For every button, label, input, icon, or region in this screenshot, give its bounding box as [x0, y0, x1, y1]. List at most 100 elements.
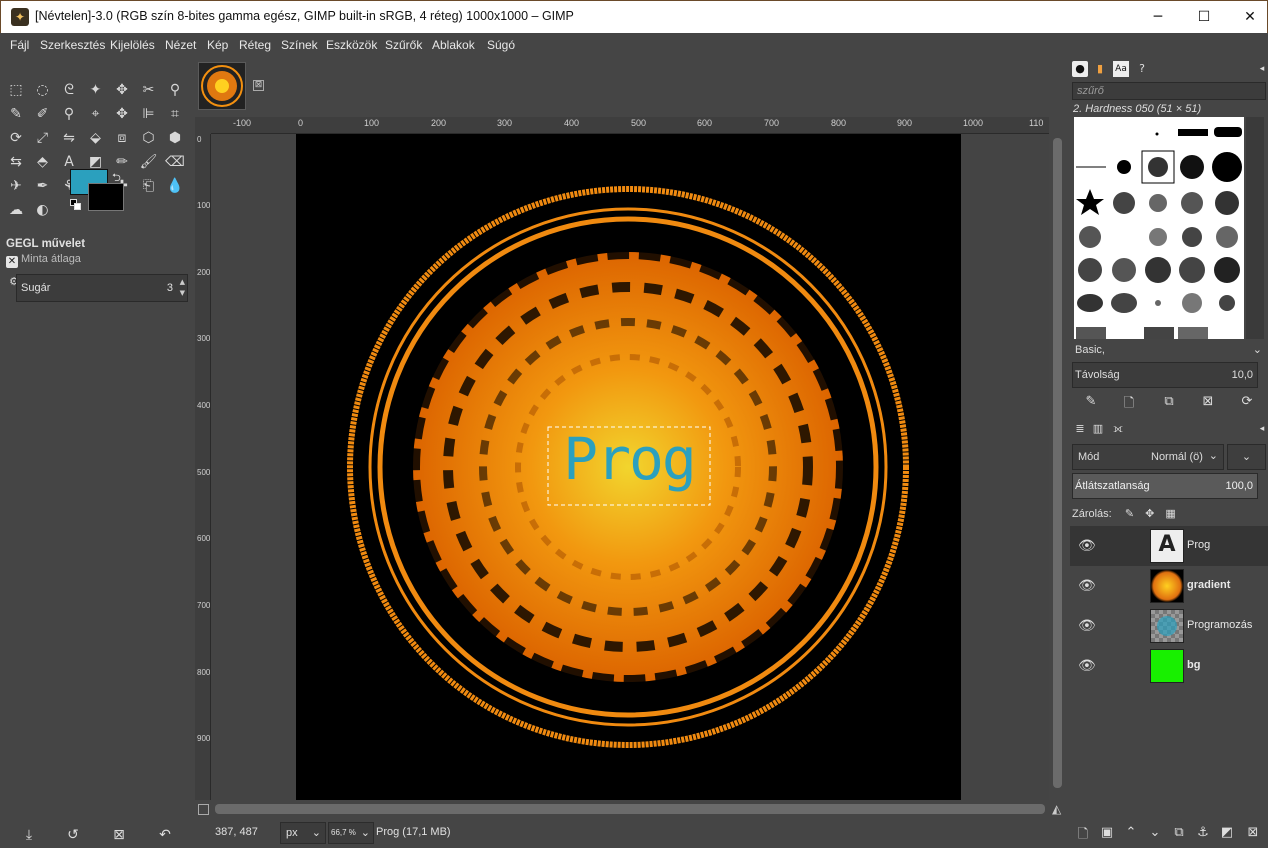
vertical-ruler[interactable]: 0 100 200 300 400 500 600 700 800 900 [195, 134, 211, 800]
edit-brush-icon[interactable]: ✎ [1082, 394, 1100, 409]
cage-icon[interactable]: ⬡ [137, 126, 161, 150]
vertical-scrollbar[interactable] [1049, 134, 1066, 800]
opacity-value[interactable]: 100,0 [1225, 480, 1253, 492]
mask-layer-icon[interactable]: ◩ [1218, 825, 1236, 840]
perspective-icon[interactable]: ⬙ [84, 126, 108, 150]
menu-image[interactable]: Kép [207, 38, 228, 52]
visibility-eye-icon[interactable]: 👁 [1078, 618, 1096, 634]
fuzzy-select-icon[interactable]: ✦ [84, 78, 108, 102]
crop-icon[interactable]: ⌗ [163, 102, 187, 126]
reset-icon[interactable]: ↶ [156, 827, 174, 843]
smudge-icon[interactable]: ☁ [4, 198, 28, 222]
scale-icon[interactable]: ⤢ [31, 126, 55, 150]
radius-value[interactable]: 3 [167, 282, 173, 294]
brush-filter-input[interactable]: szűrő [1072, 82, 1266, 100]
menu-help[interactable]: Súgó [487, 38, 515, 52]
layers-tab-icon[interactable]: ≣ [1072, 421, 1088, 437]
brushes-tab-icon[interactable]: ● [1072, 61, 1088, 77]
paintbrush-icon[interactable]: 🖌 [137, 150, 161, 174]
zoom-select[interactable]: 66,7 % ⌄ [328, 822, 374, 844]
new-brush-icon[interactable]: 🗋 [1120, 394, 1138, 416]
image-canvas[interactable]: Prog [296, 134, 961, 800]
maximize-button[interactable]: ☐ [1181, 1, 1227, 33]
delete-preset-icon[interactable]: ⊠ [110, 827, 128, 843]
default-colors-icon[interactable] [70, 199, 82, 211]
measure-icon[interactable]: ⌖ [84, 102, 108, 126]
radius-spinner[interactable]: Sugár 3 ▲ ▼ [16, 274, 188, 302]
restore-preset-icon[interactable]: ↺ [64, 827, 82, 843]
move-tool-icon[interactable]: ✥ [110, 102, 134, 126]
spin-arrows-icon[interactable]: ▲ ▼ [180, 277, 185, 299]
brush-preset-select[interactable]: Basic, ⌄ [1072, 340, 1266, 360]
warp-icon[interactable]: ⬢ [163, 126, 187, 150]
unit-select[interactable]: px ⌄ [280, 822, 326, 844]
lower-layer-icon[interactable]: ⌄ [1146, 825, 1164, 840]
dodge-icon[interactable]: ◐ [31, 198, 55, 222]
composite-mode-select[interactable]: ⌄ [1227, 444, 1266, 470]
tab-menu-icon[interactable]: ◂ [1254, 421, 1268, 437]
visibility-eye-icon[interactable]: 👁 [1078, 578, 1096, 594]
flip-icon[interactable]: ⇆ [4, 150, 28, 174]
navigate-icon[interactable]: ◭ [1052, 802, 1061, 816]
prog-text-layer[interactable]: Prog [548, 424, 710, 494]
move-icon[interactable]: ✥ [110, 78, 134, 102]
layer-row-gradient[interactable]: 👁 gradient [1070, 566, 1268, 606]
eraser-icon[interactable]: ⌫ [163, 150, 187, 174]
save-preset-icon[interactable]: ⤓ [20, 827, 38, 843]
opacity-slider[interactable]: Átlátszatlanság 100,0 [1072, 473, 1258, 499]
shear-icon[interactable]: ⇋ [57, 126, 81, 150]
bucket-fill-icon[interactable]: ⬘ [31, 150, 55, 174]
ellipse-select-icon[interactable]: ◌ [31, 78, 55, 102]
visibility-eye-icon[interactable]: 👁 [1078, 658, 1096, 674]
color-picker-icon[interactable]: ✐ [31, 102, 55, 126]
perspective-clone-icon[interactable]: ⎗ [137, 174, 161, 198]
duplicate-brush-icon[interactable]: ⧉ [1160, 394, 1178, 409]
lasso-icon[interactable]: ᘓ [57, 78, 81, 102]
raise-layer-icon[interactable]: ⌃ [1122, 825, 1140, 840]
layer-row-prog[interactable]: 👁 A Prog [1070, 526, 1268, 566]
airbrush-icon[interactable]: ✈ [4, 174, 28, 198]
rect-select-icon[interactable]: ⬚ [4, 78, 28, 102]
channels-tab-icon[interactable]: ▥ [1090, 421, 1106, 437]
horizontal-scrollbar[interactable] [211, 800, 1049, 818]
lock-alpha-icon[interactable]: ▦ [1165, 508, 1175, 520]
patterns-tab-icon[interactable]: ▮ [1092, 61, 1108, 77]
new-layer-icon[interactable]: 🗋 [1074, 825, 1092, 847]
paths-tab-icon[interactable]: ⟗ [1110, 421, 1126, 437]
anchor-layer-icon[interactable]: ⚓ [1194, 825, 1212, 840]
close-image-tab-icon[interactable]: ⊠ [253, 80, 264, 91]
scissors-icon[interactable]: ✂ [137, 78, 161, 102]
paths-icon[interactable]: ✎ [4, 102, 28, 126]
delete-brush-icon[interactable]: ⊠ [1199, 394, 1217, 409]
visibility-eye-icon[interactable]: 👁 [1078, 538, 1096, 554]
ink-icon[interactable]: ✒ [31, 174, 55, 198]
menu-tools[interactable]: Eszközök [326, 38, 377, 52]
help-tab-icon[interactable]: ? [1134, 61, 1150, 77]
duplicate-layer-icon[interactable]: ⧉ [1170, 825, 1188, 840]
tab-menu-icon[interactable]: ◂ [1254, 61, 1268, 77]
blur-icon[interactable]: 💧 [163, 174, 187, 198]
brush-scrollbar[interactable] [1246, 117, 1264, 339]
menu-view[interactable]: Nézet [165, 38, 196, 52]
horizontal-ruler[interactable]: -100 0 100 200 300 400 500 600 700 800 9… [211, 117, 1049, 134]
swap-colors-icon[interactable]: ⮌ [112, 169, 121, 188]
close-button[interactable]: ✕ [1227, 1, 1268, 33]
foreground-select-icon[interactable]: ⚲ [163, 78, 187, 102]
zoom-icon[interactable]: ⚲ [57, 102, 81, 126]
layer-row-programozas[interactable]: 👁 Programozás [1070, 606, 1268, 646]
delete-layer-icon[interactable]: ⊠ [1244, 825, 1262, 840]
spacing-value[interactable]: 10,0 [1232, 369, 1253, 381]
quick-mask-toggle-icon[interactable] [198, 804, 209, 815]
layer-row-bg[interactable]: 👁 bg [1070, 646, 1268, 686]
fonts-tab-icon[interactable]: Aa [1113, 61, 1129, 77]
lock-position-icon[interactable]: ✥ [1145, 508, 1154, 520]
quick-mask-corner[interactable] [195, 117, 211, 134]
align-icon[interactable]: ⊫ [137, 102, 161, 126]
brush-spacing-spinner[interactable]: Távolság 10,0 [1072, 362, 1258, 388]
brush-grid[interactable] [1074, 117, 1244, 339]
menu-colors[interactable]: Színek [281, 38, 318, 52]
layer-mode-select[interactable]: Mód Normál (ö) ⌄ [1072, 444, 1224, 470]
menu-filters[interactable]: Szűrők [385, 38, 422, 52]
image-thumbnail[interactable] [198, 62, 246, 110]
refresh-brushes-icon[interactable]: ⟳ [1238, 394, 1256, 409]
